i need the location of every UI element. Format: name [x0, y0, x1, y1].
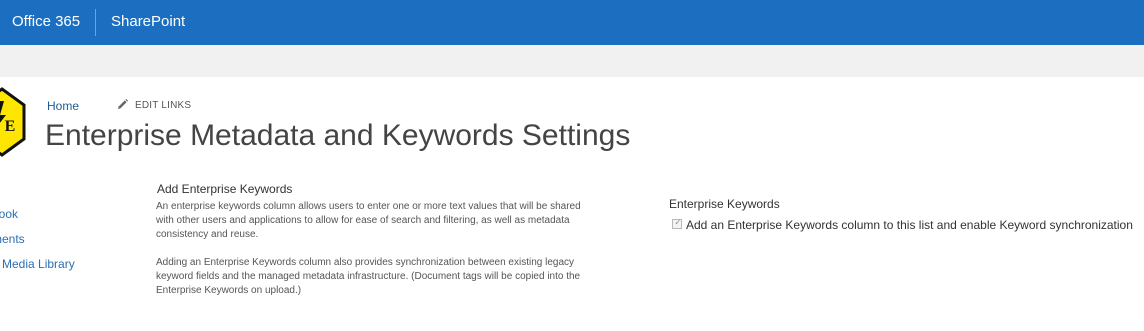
site-logo-icon[interactable]: E [0, 87, 26, 157]
enterprise-keywords-field-label: Enterprise Keywords [669, 197, 780, 211]
enterprise-keywords-checkbox-label[interactable]: Add an Enterprise Keywords column to thi… [686, 218, 1133, 233]
svg-text:E: E [5, 118, 16, 135]
suite-bar: Office 365 SharePoint [0, 0, 1144, 45]
section-description-sync: Adding an Enterprise Keywords column als… [156, 257, 581, 296]
quick-launch-item[interactable]: ments [0, 232, 25, 246]
enterprise-keywords-checkbox[interactable]: ✓ [672, 218, 682, 229]
edit-links-label: EDIT LINKS [135, 100, 192, 111]
quick-launch-item[interactable]: book [0, 207, 18, 221]
office-365-link[interactable]: Office 365 [12, 13, 80, 31]
pencil-icon [118, 99, 128, 109]
section-description: An enterprise keywords column allows use… [156, 201, 581, 240]
page-title: Enterprise Metadata and Keywords Setting… [45, 119, 631, 152]
suite-bar-divider [95, 9, 96, 36]
sharepoint-link[interactable]: SharePoint [111, 13, 185, 31]
checkmark-icon: ✓ [674, 218, 682, 228]
quick-launch-item[interactable]: e Media Library [0, 257, 75, 271]
section-title: Add Enterprise Keywords [157, 182, 293, 196]
quick-launch-nav: e book ments e Media Library t [0, 180, 132, 331]
ribbon-bar [0, 45, 1144, 77]
breadcrumb-home-link[interactable]: Home [47, 99, 79, 113]
